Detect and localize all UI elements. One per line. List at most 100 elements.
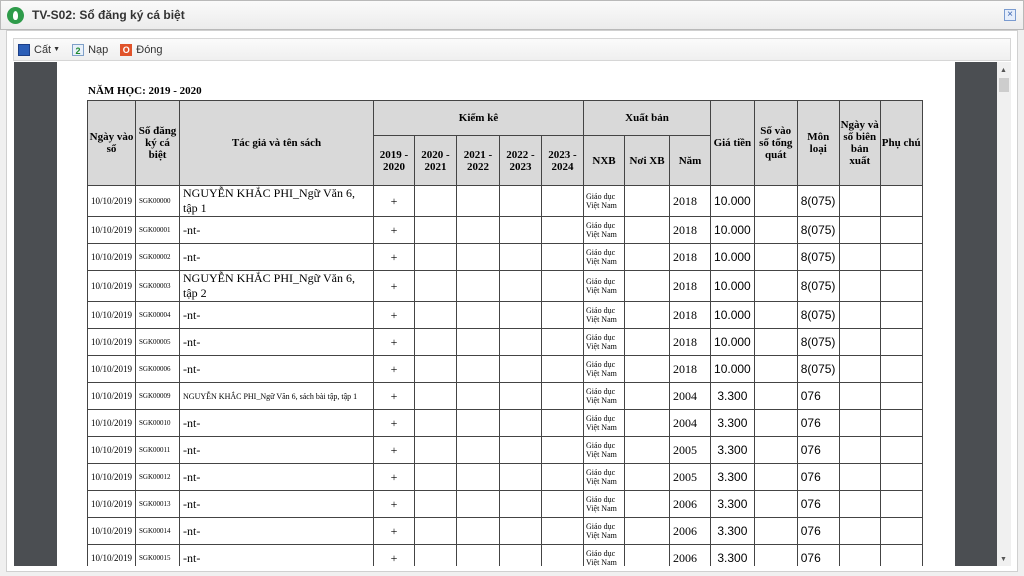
inventory-cell (541, 409, 585, 437)
general-cell (753, 463, 798, 491)
price-cell: 10.000 (710, 355, 755, 383)
place-cell (624, 463, 671, 491)
header-place: Nơi XB (624, 135, 671, 186)
publisher-cell: Giáo dục Việt Nam (583, 490, 626, 518)
table-row: 10/10/2019 SGK00014 -nt- + Giáo dục Việt Nam… (86, 517, 923, 545)
close-window-button[interactable]: × (1004, 9, 1016, 21)
inventory-cell (499, 544, 543, 566)
inventory-cell (414, 463, 458, 491)
publisher-cell: Giáo dục Việt Nam (583, 463, 626, 491)
price-cell: 10.000 (710, 328, 755, 356)
date-cell: 10/10/2019 (86, 301, 137, 329)
vertical-scrollbar[interactable]: ▲ ▼ (997, 62, 1011, 566)
general-cell (753, 243, 798, 271)
save-button[interactable]: Cất ▼ (18, 43, 60, 56)
inventory-cell: + (373, 517, 416, 545)
export-cell (838, 382, 881, 410)
inventory-cell (541, 243, 585, 271)
inventory-cell (541, 270, 585, 302)
place-cell (624, 409, 671, 437)
date-cell: 10/10/2019 (86, 490, 137, 518)
price-cell: 10.000 (710, 270, 755, 302)
header-date: Ngày vào sổ (86, 100, 137, 186)
inventory-cell (499, 409, 543, 437)
scroll-up-icon[interactable]: ▲ (1000, 67, 1007, 74)
table-row: 10/10/2019 SGK00001 -nt- + Giáo dục Việt Nam… (86, 216, 923, 244)
date-cell: 10/10/2019 (86, 517, 137, 545)
toolbar: Cất ▼ 2 Nạp O Đóng (13, 38, 1011, 61)
header-note: Phụ chú (879, 100, 923, 186)
publisher-cell: Giáo dục Việt Nam (583, 382, 626, 410)
header-inv-year: 2023 - 2024 (541, 135, 585, 186)
scrollbar-thumb[interactable] (999, 78, 1009, 92)
power-icon: O (120, 43, 133, 56)
note-cell (879, 185, 923, 217)
subject-cell: 8(075) (796, 301, 840, 329)
publisher-cell: Giáo dục Việt Nam (583, 216, 626, 244)
date-cell: 10/10/2019 (86, 463, 137, 491)
close-button[interactable]: O Đóng (120, 43, 163, 56)
date-cell: 10/10/2019 (86, 355, 137, 383)
title-cell: -nt- (179, 517, 375, 545)
report-viewer: NĂM HỌC: 2019 - 2020 Ngày vào sổ Số đăng… (14, 62, 1011, 566)
inventory-cell: + (373, 382, 416, 410)
export-cell (838, 544, 881, 566)
inventory-cell (499, 463, 543, 491)
reload-button[interactable]: 2 Nạp (72, 43, 109, 56)
general-cell (753, 328, 798, 356)
title-cell: -nt- (179, 301, 375, 329)
year-cell: 2018 (669, 355, 712, 383)
export-cell (838, 301, 881, 329)
title-cell: -nt- (179, 355, 375, 383)
inventory-cell (456, 328, 501, 356)
inventory-cell: + (373, 544, 416, 566)
place-cell (624, 544, 671, 566)
general-cell (753, 436, 798, 464)
inventory-cell (499, 243, 543, 271)
registration-table: Ngày vào sổ Số đăng ký cá biệt Tác giả v… (86, 100, 923, 566)
title-bar: TV-S02: Sổ đăng ký cá biệt × (0, 0, 1024, 30)
export-cell (838, 185, 881, 217)
export-cell (838, 355, 881, 383)
title-cell: NGUYỄN KHẮC PHI_Ngữ Văn 6, sách bài tập,… (179, 382, 375, 410)
place-cell (624, 243, 671, 271)
reg-cell: SGK00000 (135, 185, 181, 217)
year-cell: 2018 (669, 216, 712, 244)
place-cell (624, 185, 671, 217)
reg-cell: SGK00005 (135, 328, 181, 356)
inventory-cell (456, 216, 501, 244)
inventory-cell (541, 328, 585, 356)
subject-cell: 076 (796, 409, 840, 437)
inventory-cell (414, 185, 458, 217)
inventory-cell: + (373, 328, 416, 356)
place-cell (624, 490, 671, 518)
subject-cell: 8(075) (796, 243, 840, 271)
scroll-down-icon[interactable]: ▼ (1000, 556, 1007, 563)
general-cell (753, 544, 798, 566)
inventory-cell (414, 301, 458, 329)
header-reg: Số đăng ký cá biệt (135, 100, 181, 186)
title-cell: -nt- (179, 436, 375, 464)
inventory-cell (456, 243, 501, 271)
export-cell (838, 490, 881, 518)
place-cell (624, 216, 671, 244)
inventory-cell (414, 328, 458, 356)
inventory-cell (499, 216, 543, 244)
reg-cell: SGK00004 (135, 301, 181, 329)
reload-label: Nạp (88, 43, 109, 56)
place-cell (624, 355, 671, 383)
note-cell (879, 463, 923, 491)
reg-cell: SGK00013 (135, 490, 181, 518)
publisher-cell: Giáo dục Việt Nam (583, 436, 626, 464)
inventory-cell (414, 243, 458, 271)
subject-cell: 8(075) (796, 185, 840, 217)
reg-cell: SGK00015 (135, 544, 181, 566)
title-cell: -nt- (179, 463, 375, 491)
inventory-cell (456, 490, 501, 518)
inventory-cell (456, 544, 501, 566)
inventory-cell (499, 490, 543, 518)
table-row: 10/10/2019 SGK00010 -nt- + Giáo dục Việt Nam… (86, 409, 923, 437)
title-cell: -nt- (179, 216, 375, 244)
table-row: 10/10/2019 SGK00015 -nt- + Giáo dục Việt Nam… (86, 544, 923, 566)
note-cell (879, 328, 923, 356)
